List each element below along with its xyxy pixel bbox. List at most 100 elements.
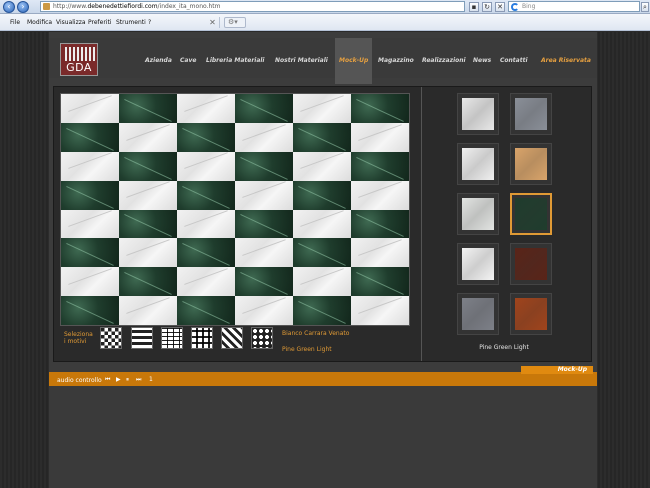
search-input[interactable]: Bing — [508, 1, 640, 12]
stop-icon[interactable]: ✕ — [495, 2, 505, 12]
tile-white-marble — [351, 122, 409, 152]
menu-modifica[interactable]: Modifica — [27, 19, 52, 26]
swatch-grey-dark[interactable] — [457, 293, 499, 335]
swatch-beige-marble[interactable] — [510, 143, 552, 185]
logo-bars-icon — [65, 47, 95, 61]
tile-white-marble — [293, 267, 351, 297]
tile-green-marble — [293, 180, 351, 210]
mockup-panel: Seleziona i motivi Bianco Carrara Venato… — [53, 86, 592, 362]
motif-dots-button[interactable] — [251, 327, 273, 349]
motif-stripes-button[interactable] — [131, 327, 153, 349]
tile-white-marble — [177, 151, 235, 181]
compat-view-icon[interactable]: ▪ — [469, 2, 479, 12]
back-icon[interactable]: ‹ — [3, 1, 15, 13]
audio-play-button[interactable]: ▶ — [116, 376, 121, 383]
site-header: GDA Azienda Cave Libreria Materiali Nost… — [49, 38, 597, 84]
nav-realizzazioni[interactable]: Realizzazioni — [422, 57, 466, 64]
nav-libreria-materiali[interactable]: Libreria Materiali — [206, 57, 265, 64]
tile-green-marble — [119, 151, 177, 181]
nav-cave[interactable]: Cave — [180, 57, 196, 64]
nav-mock-up[interactable]: Mock-Up — [339, 57, 368, 64]
tile-green-marble — [61, 238, 119, 268]
tile-white-marble — [119, 238, 177, 268]
menu-preferiti[interactable]: Preferiti — [88, 19, 112, 26]
tile-green-marble — [351, 94, 409, 123]
tile-white-marble — [61, 94, 119, 123]
swatch-bianco-carrara[interactable] — [457, 93, 499, 135]
motif-basket-button[interactable] — [191, 327, 213, 349]
swatch-white-venato[interactable] — [457, 193, 499, 235]
tile-green-marble — [235, 151, 293, 181]
tile-white-marble — [61, 209, 119, 239]
swatch-texture — [462, 248, 494, 280]
tile-green-marble — [177, 238, 235, 268]
tile-white-marble — [119, 296, 177, 325]
swatch-grey-bardiglio[interactable] — [510, 93, 552, 135]
nav-magazzino[interactable]: Magazzino — [378, 57, 414, 64]
nav-azienda[interactable]: Azienda — [145, 57, 172, 64]
address-bar: ‹ › http://www.debenedettiefiordi.com/in… — [0, 0, 650, 14]
swatch-texture — [462, 148, 494, 180]
swatch-white-thassos[interactable] — [457, 243, 499, 285]
tile-green-marble — [177, 180, 235, 210]
tile-white-marble — [61, 267, 119, 297]
tile-white-marble — [351, 238, 409, 268]
swatch-caption: Pine Green Light — [479, 344, 529, 351]
tile-white-marble — [351, 296, 409, 325]
motif-checker-button[interactable] — [100, 327, 122, 349]
selected-material-2: Pine Green Light — [282, 346, 332, 353]
tile-green-marble — [293, 296, 351, 325]
audio-next-button[interactable]: ⏭ — [136, 376, 141, 384]
menu-visualizza[interactable]: Visualizza — [56, 19, 86, 26]
swatch-white-statuario[interactable] — [457, 143, 499, 185]
search-icon[interactable]: ⌕ — [641, 2, 649, 12]
bing-icon — [511, 3, 519, 11]
tile-white-marble — [293, 151, 351, 181]
tile-white-marble — [119, 122, 177, 152]
lower-content-area — [49, 386, 597, 488]
nav-area-riservata[interactable]: Area Riservata — [541, 57, 591, 64]
url-field[interactable]: http://www.debenedettiefiordi.com/index_… — [40, 1, 465, 12]
audio-prev-button[interactable]: ⏮ — [105, 376, 110, 384]
tile-green-marble — [119, 209, 177, 239]
tile-green-marble — [351, 151, 409, 181]
tile-green-marble — [351, 209, 409, 239]
swatch-texture — [515, 198, 547, 230]
tile-green-marble — [177, 122, 235, 152]
tile-green-marble — [61, 180, 119, 210]
audio-track-number[interactable]: 1 — [149, 376, 153, 383]
close-tab-icon[interactable]: ✕ — [206, 17, 220, 28]
gda-logo[interactable]: GDA — [60, 43, 98, 76]
menu-file[interactable]: File — [10, 19, 20, 26]
tile-white-marble — [119, 180, 177, 210]
tile-green-marble — [293, 238, 351, 268]
audio-pause-button[interactable]: ⏸ — [126, 376, 129, 384]
panel-divider — [421, 87, 422, 361]
menu-strumenti[interactable]: Strumenti — [116, 19, 146, 26]
refresh-icon[interactable]: ↻ — [482, 2, 492, 12]
nav-news[interactable]: News — [473, 57, 491, 64]
motif-brick-button[interactable] — [161, 327, 183, 349]
forward-icon[interactable]: › — [17, 1, 29, 13]
tile-white-marble — [235, 180, 293, 210]
motif-diagonal-button[interactable] — [221, 327, 243, 349]
site-favicon-icon — [43, 3, 50, 10]
gear-icon[interactable]: ⚙▾ — [224, 17, 246, 28]
swatch-texture — [515, 298, 547, 330]
swatch-red-alicante[interactable] — [510, 293, 552, 335]
nav-nostri-materiali[interactable]: Nostri Materiali — [275, 57, 328, 64]
swatch-rosso-levanto[interactable] — [510, 243, 552, 285]
tile-white-marble — [235, 296, 293, 325]
tile-green-marble — [293, 122, 351, 152]
tile-green-marble — [61, 122, 119, 152]
tile-green-marble — [235, 94, 293, 123]
tile-white-marble — [293, 94, 351, 123]
nav-contatti[interactable]: Contatti — [500, 57, 528, 64]
tile-green-marble — [119, 267, 177, 297]
swatch-pine-green-light[interactable] — [510, 193, 552, 235]
tile-white-marble — [177, 267, 235, 297]
menu-help[interactable]: ? — [148, 19, 151, 26]
tile-white-marble — [177, 209, 235, 239]
mock-up-section-tab: Mock-Up — [521, 366, 593, 374]
tile-white-marble — [61, 151, 119, 181]
